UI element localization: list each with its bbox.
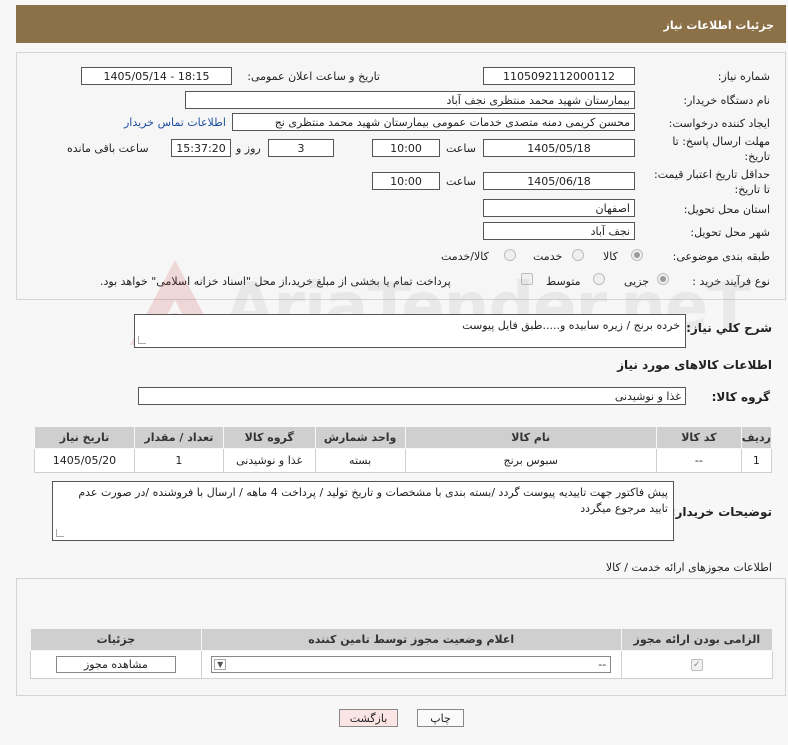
category-option-service: خدمت [533,250,563,263]
process-option-minor: جزیی [624,275,650,288]
city-field[interactable]: نجف آباد [483,222,635,240]
table-row: -- ▼ مشاهده مجوز [30,650,774,679]
price-time-label: ساعت [446,175,476,188]
days-field[interactable]: 3 [268,139,334,157]
category-radio-goods-service[interactable] [504,249,516,261]
category-option-goods: کالا [603,250,618,263]
category-option-goods-service: کالا/خدمت [441,250,489,263]
permit-status-select[interactable]: -- ▼ [211,656,612,673]
creator-label: ایجاد کننده درخواست: [668,117,770,130]
description-label: شرح كلي نياز: [686,321,772,335]
announce-field[interactable]: 1405/05/14 - 18:15 [81,67,232,85]
col-row: ردیف [740,426,773,449]
city-label: شهر محل تحویل: [690,226,770,239]
permits-section-title: اطلاعات مجوزهای ارائه خدمت / کالا [605,561,772,574]
remaining-label: ساعت باقی مانده [67,142,149,155]
cell-date: 1405/05/20 [34,448,135,473]
announce-label: تاریخ و ساعت اعلان عمومی: [247,70,380,83]
price-validity-label-2: تا تاریخ: [734,183,770,196]
payment-note: پرداخت تمام یا بخشی از مبلغ خرید،از محل … [100,275,451,288]
col-group: گروه کالا [222,426,316,449]
buyer-notes-textarea[interactable]: پیش فاکتور جهت تاییدیه پیوست گردد /بسته … [52,481,674,541]
col-details: جزئیات [30,628,202,651]
permit-status-value: -- [598,658,607,671]
deadline-label-2: تاریخ: [744,150,770,163]
payment-checkbox[interactable] [521,273,533,285]
col-qty: تعداد / مقدار [133,426,224,449]
province-field[interactable]: اصفهان [483,199,635,217]
col-status: اعلام وضعیت مجوز توسط تامین کننده [200,628,622,651]
price-time-field[interactable]: 10:00 [372,172,440,190]
category-label: طبقه بندی موضوعی: [672,250,770,263]
cell-code: -- [655,448,742,473]
need-number-field[interactable]: 1105092112000112 [483,67,635,85]
cell-qty: 1 [133,448,224,473]
category-radio-service[interactable] [572,249,584,261]
creator-field[interactable]: محسن کریمی دمنه متصدی خدمات عمومی بیمارس… [232,113,635,131]
buyer-org-field[interactable]: بیمارستان شهید محمد منتظری نجف آباد [185,91,635,109]
page-title: جزئیات اطلاعات نیاز [663,19,775,32]
permit-required-checkbox[interactable] [690,659,703,671]
deadline-label-1: مهلت ارسال پاسخ: تا [672,135,770,148]
cell-name: سبوس برنج [404,448,657,473]
deadline-time-field[interactable]: 10:00 [372,139,440,157]
col-required: الزامی بودن ارائه مجوز [620,628,774,651]
description-textarea[interactable]: خرده برنج / زیره سابیده و.....طبق فایل پ… [134,314,686,348]
view-permit-button[interactable]: مشاهده مجوز [55,656,176,673]
province-label: استان محل تحویل: [683,203,770,216]
col-code: کد کالا [655,426,742,449]
description-text: خرده برنج / زیره سابیده و.....طبق فایل پ… [462,319,680,332]
process-radio-medium[interactable] [593,273,605,285]
process-label: نوع فرآیند خرید : [692,275,770,288]
remaining-time-field[interactable]: 15:37:20 [171,139,231,157]
cell-row: 1 [740,448,773,473]
contact-info-link[interactable]: اطلاعات تماس خریدار [124,116,226,129]
days-and-label: روز و [236,142,261,155]
buyer-notes-text: پیش فاکتور جهت تاییدیه پیوست گردد /بسته … [78,486,668,515]
process-radio-minor[interactable] [657,273,669,285]
process-option-medium: متوسط [546,275,581,288]
cell-group: غذا و نوشیدنی [222,448,316,473]
permits-table: الزامی بودن ارائه مجوز اعلام وضعیت مجوز … [30,628,774,679]
permits-table-header: الزامی بودن ارائه مجوز اعلام وضعیت مجوز … [30,628,774,651]
need-number-label: شماره نیاز: [717,70,770,83]
col-name: نام کالا [404,426,657,449]
back-button[interactable]: بازگشت [339,709,398,727]
category-radio-goods[interactable] [631,249,643,261]
cell-unit: بسته [314,448,406,473]
goods-table: ردیف کد کالا نام کالا واحد شمارش گروه کا… [34,426,773,473]
goods-group-field[interactable]: غذا و نوشیدنی [138,387,686,405]
buyer-notes-label: توضیحات خریدار: [670,505,772,519]
chevron-down-icon: ▼ [214,659,227,670]
goods-group-label: گروه کالا: [711,390,770,404]
page-header: جزئیات اطلاعات نیاز [16,5,786,43]
table-row: 1 -- سبوس برنج بسته غذا و نوشیدنی 1 1405… [34,448,773,473]
col-date: تاریخ نیاز [34,426,135,449]
price-date-field[interactable]: 1405/06/18 [483,172,635,190]
col-unit: واحد شمارش [314,426,406,449]
goods-table-header: ردیف کد کالا نام کالا واحد شمارش گروه کا… [34,426,773,449]
goods-section-title: اطلاعات کالاهای مورد نیاز [617,358,772,372]
deadline-date-field[interactable]: 1405/05/18 [483,139,635,157]
buyer-org-label: نام دستگاه خریدار: [683,94,770,107]
print-button[interactable]: چاپ [417,709,464,727]
price-validity-label-1: حداقل تاریخ اعتبار قیمت: [654,168,770,181]
deadline-time-label: ساعت [446,142,476,155]
